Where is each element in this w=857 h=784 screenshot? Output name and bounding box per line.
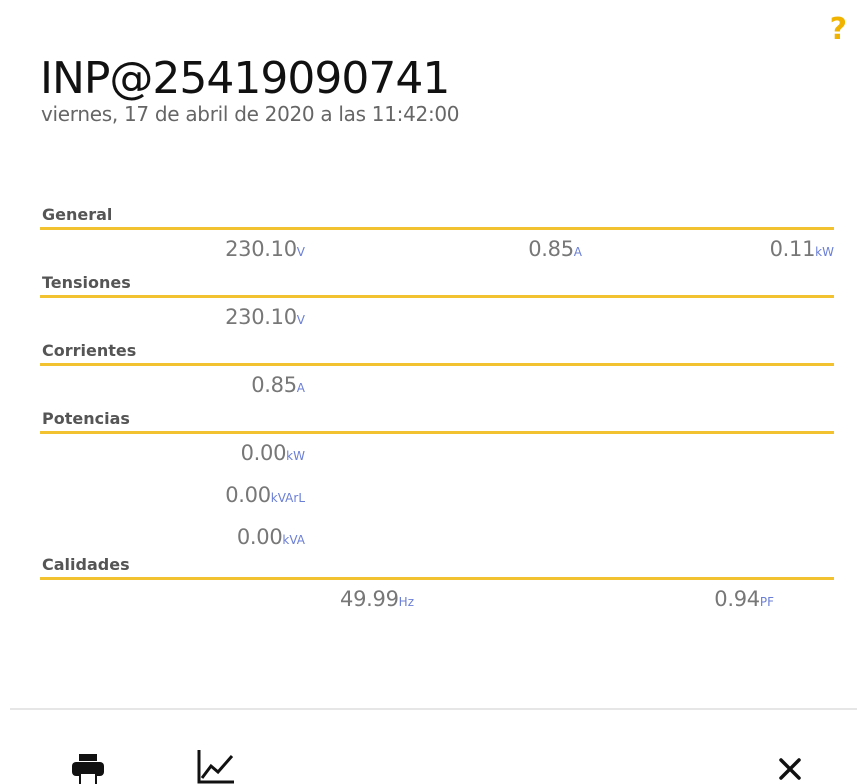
corrientes-current: 0.85A	[251, 373, 305, 397]
meter-detail-dialog: ? INP@25419090741 viernes, 17 de abril d…	[0, 0, 857, 784]
potencias-apparent-row: 0.00kVA	[40, 518, 834, 552]
section-corrientes-row: 0.85A	[40, 366, 834, 406]
tensiones-voltage: 230.10V	[225, 305, 305, 329]
general-power: 0.11kW	[769, 237, 834, 261]
potencias-apparent: 0.00kVA	[236, 525, 305, 549]
unit-label: kW	[815, 245, 834, 259]
unit-label: kVArL	[270, 491, 305, 505]
timestamp: viernes, 17 de abril de 2020 a las 11:42…	[41, 102, 460, 126]
footer-divider	[10, 708, 857, 710]
unit-label: A	[296, 381, 305, 395]
section-tensiones-row: 230.10V	[40, 298, 834, 338]
print-icon	[72, 754, 104, 784]
calidades-frequency: 49.99Hz	[340, 587, 414, 611]
section-general-header: General	[40, 202, 834, 230]
potencias-active-row: 0.00kW	[40, 434, 834, 476]
potencias-reactive-row: 0.00kVArL	[40, 476, 834, 518]
unit-label: kVA	[282, 533, 305, 547]
unit-label: kW	[286, 449, 305, 463]
unit-label: PF	[759, 595, 774, 609]
unit-label: V	[296, 313, 305, 327]
chart-line-icon	[197, 750, 234, 784]
help-button[interactable]: ?	[830, 12, 847, 47]
print-button[interactable]	[70, 748, 106, 784]
general-voltage: 230.10V	[225, 237, 305, 261]
section-corrientes-header: Corrientes	[40, 338, 834, 366]
potencias-reactive: 0.00kVArL	[225, 483, 305, 507]
close-button[interactable]	[775, 748, 811, 784]
potencias-active: 0.00kW	[240, 441, 305, 465]
section-calidades-row: 49.99Hz 0.94PF	[40, 580, 834, 620]
general-current: 0.85A	[528, 237, 582, 261]
unit-label: A	[573, 245, 582, 259]
page-title: INP@25419090741	[40, 53, 450, 104]
close-icon	[779, 758, 801, 780]
section-potencias-header: Potencias	[40, 406, 834, 434]
unit-label: Hz	[398, 595, 414, 609]
calidades-power-factor: 0.94PF	[714, 587, 774, 611]
chart-button[interactable]	[196, 748, 234, 784]
unit-label: V	[296, 245, 305, 259]
section-tensiones-header: Tensiones	[40, 270, 834, 298]
section-general-row: 230.10V 0.85A 0.11kW	[40, 230, 834, 270]
section-calidades-header: Calidades	[40, 552, 834, 580]
measurements: General 230.10V 0.85A 0.11kW Tensiones 2…	[40, 202, 834, 620]
